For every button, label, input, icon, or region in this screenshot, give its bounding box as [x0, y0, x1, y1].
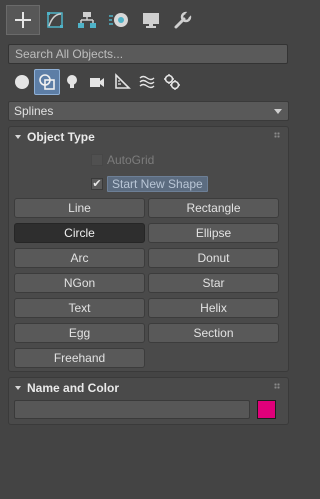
drag-grip-icon[interactable]: [274, 383, 280, 389]
object-type-button-section[interactable]: Section: [148, 323, 279, 343]
start-new-shape-row[interactable]: ✔ Start New Shape: [91, 176, 208, 192]
light-bulb-icon: [67, 75, 77, 88]
motion-icon: [109, 13, 128, 27]
tape-measure-icon: [115, 73, 131, 89]
command-panel: Splines Object Type AutoGrid ✔ Start New…: [0, 0, 293, 499]
category-space-warps[interactable]: [134, 69, 160, 95]
category-toolbar: [8, 68, 288, 96]
tab-create[interactable]: [6, 5, 40, 35]
object-type-button-star[interactable]: Star: [148, 273, 279, 293]
modify-curve-icon: [47, 12, 63, 28]
category-cameras[interactable]: [84, 69, 110, 95]
object-type-button-egg[interactable]: Egg: [14, 323, 145, 343]
wrench-icon: [174, 11, 192, 29]
object-type-button-ngon[interactable]: NGon: [14, 273, 145, 293]
object-name-input[interactable]: [15, 401, 249, 418]
collapse-caret-icon: [15, 135, 21, 139]
category-lights[interactable]: [59, 69, 85, 95]
tab-utilities[interactable]: [166, 5, 200, 35]
category-systems[interactable]: [159, 69, 185, 95]
search-input[interactable]: [15, 45, 287, 63]
autogrid-row[interactable]: AutoGrid: [91, 153, 154, 167]
collapse-caret-icon: [15, 386, 21, 390]
object-type-button-arc[interactable]: Arc: [14, 248, 145, 268]
name-color-header[interactable]: Name and Color: [9, 378, 288, 398]
object-type-button-text[interactable]: Text: [14, 298, 145, 318]
sphere-icon: [15, 75, 29, 89]
object-color-swatch[interactable]: [257, 400, 276, 419]
tab-display[interactable]: [134, 5, 168, 35]
name-color-rollout: Name and Color: [8, 377, 289, 425]
shape-category-dropdown[interactable]: Splines: [8, 101, 289, 121]
category-helpers[interactable]: [109, 69, 135, 95]
object-type-button-line[interactable]: Line: [14, 198, 145, 218]
category-geometry[interactable]: [9, 69, 35, 95]
object-type-button-circle[interactable]: Circle: [14, 223, 145, 243]
start-new-shape-label[interactable]: Start New Shape: [107, 176, 208, 192]
object-type-button-freehand[interactable]: Freehand: [14, 348, 145, 368]
object-name-field[interactable]: [14, 400, 250, 419]
category-shapes[interactable]: [34, 69, 60, 95]
display-monitor-icon: [143, 13, 159, 28]
tab-modify[interactable]: [38, 5, 72, 35]
object-type-button-rectangle[interactable]: Rectangle: [148, 198, 279, 218]
object-type-header[interactable]: Object Type: [9, 127, 288, 147]
waves-icon: [139, 75, 155, 89]
object-type-rollout: Object Type AutoGrid ✔ Start New Shape L…: [8, 126, 289, 372]
object-type-button-helix[interactable]: Helix: [148, 298, 279, 318]
chevron-down-icon: [274, 109, 282, 114]
start-new-shape-checkbox[interactable]: ✔: [91, 178, 103, 190]
tab-motion[interactable]: [102, 5, 136, 35]
command-tabs: [0, 0, 293, 42]
search-box[interactable]: [8, 44, 288, 64]
plus-icon: [15, 12, 31, 28]
shapes-icon: [39, 74, 55, 90]
dropdown-value: Splines: [14, 104, 54, 118]
object-type-button-ellipse[interactable]: Ellipse: [148, 223, 279, 243]
camera-icon: [90, 78, 104, 87]
drag-grip-icon[interactable]: [274, 132, 280, 138]
object-type-button-donut[interactable]: Donut: [148, 248, 279, 268]
autogrid-checkbox[interactable]: [91, 154, 103, 166]
object-type-title: Object Type: [27, 130, 95, 144]
hierarchy-icon: [78, 12, 96, 28]
name-color-title: Name and Color: [27, 381, 120, 395]
tab-hierarchy[interactable]: [70, 5, 104, 35]
gears-icon: [164, 74, 180, 90]
autogrid-label: AutoGrid: [107, 153, 155, 167]
